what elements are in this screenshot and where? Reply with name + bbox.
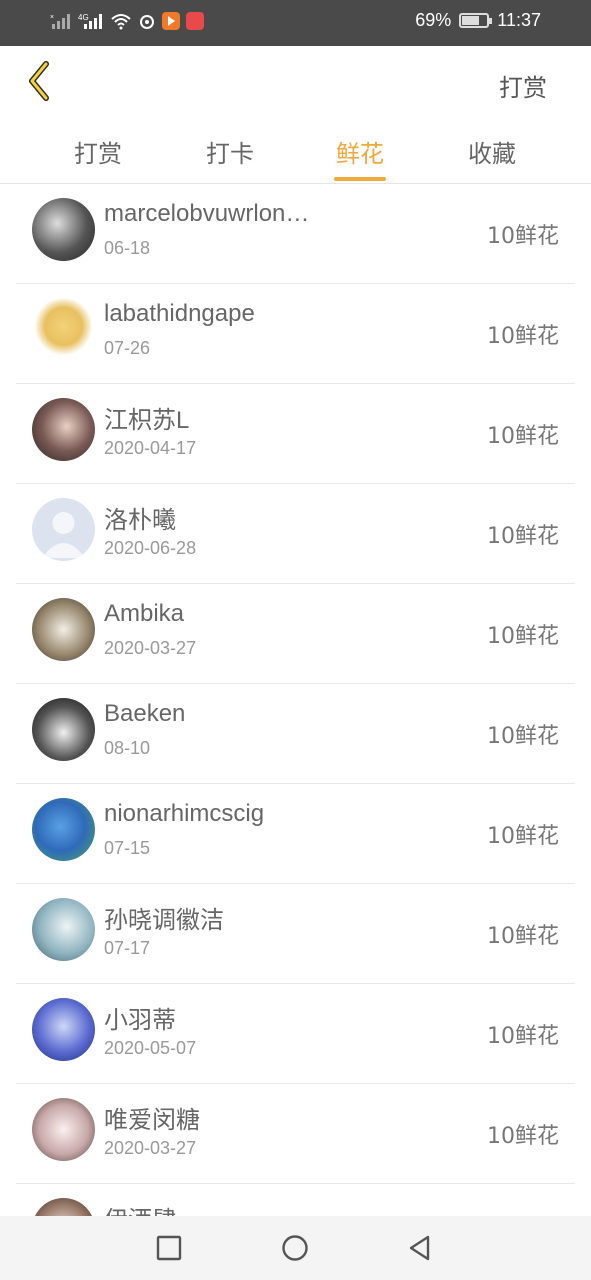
- tab-label: 打卡: [206, 140, 254, 168]
- user-name: 小羽蒂: [104, 1007, 176, 1034]
- flower-amount: 10鲜花: [487, 324, 559, 349]
- user-name: 洛朴曦: [104, 507, 176, 534]
- tab-checkin[interactable]: 打卡: [185, 134, 275, 169]
- flower-giver-list[interactable]: marcelobvuwrlon… 06-18 10鲜花 labathidngap…: [0, 184, 591, 1216]
- flower-amount: 10鲜花: [487, 624, 559, 649]
- avatar[interactable]: [32, 998, 95, 1061]
- signal-icon: ×: [50, 14, 70, 29]
- back-nav-button[interactable]: [406, 1234, 434, 1262]
- avatar[interactable]: [32, 298, 95, 361]
- list-item[interactable]: nionarhimcscig 07-15 10鲜花: [16, 784, 575, 884]
- tab-bar: 打赏 打卡 鲜花 收藏: [0, 120, 591, 184]
- avatar[interactable]: [32, 198, 95, 261]
- recents-button[interactable]: [155, 1234, 183, 1262]
- user-name: 伊洒肆: [104, 1200, 344, 1216]
- signal-4g-icon: 4G: [78, 13, 102, 29]
- app-play-icon: [162, 12, 180, 30]
- active-tab-indicator: [334, 177, 386, 181]
- user-name: 孙晓调徽洁: [104, 907, 224, 934]
- avatar[interactable]: [32, 798, 95, 861]
- user-name: Baeken: [104, 700, 186, 727]
- reward-action-button[interactable]: 打赏: [499, 68, 547, 103]
- list-item[interactable]: marcelobvuwrlon… 06-18 10鲜花: [16, 184, 575, 284]
- gift-date: 2020-05-07: [104, 1038, 197, 1058]
- gift-date: 2020-06-28: [104, 538, 197, 558]
- list-item[interactable]: 唯爱闵糖 2020-03-27 10鲜花: [16, 1084, 575, 1184]
- list-item[interactable]: 洛朴曦 2020-06-28 10鲜花: [16, 484, 575, 584]
- user-name: Ambika: [104, 600, 185, 627]
- tab-flowers[interactable]: 鲜花: [315, 134, 405, 181]
- list-item[interactable]: 孙晓调徽洁 07-17 10鲜花: [16, 884, 575, 984]
- flower-amount: 10鲜花: [487, 924, 559, 949]
- svg-text:×: ×: [50, 14, 54, 21]
- system-nav-bar: [0, 1216, 591, 1280]
- gift-date: 08-10: [104, 738, 151, 758]
- status-icons-right: 69% 11:37: [415, 10, 541, 31]
- list-item[interactable]: Ambika 2020-03-27 10鲜花: [16, 584, 575, 684]
- clock: 11:37: [497, 10, 541, 30]
- user-name: nionarhimcscig: [104, 800, 265, 827]
- sync-icon: [140, 15, 154, 29]
- tab-label: 收藏: [468, 140, 516, 168]
- tab-reward[interactable]: 打赏: [53, 134, 143, 169]
- user-name: 唯爱闵糖: [104, 1107, 200, 1134]
- user-name: 江枳苏L: [104, 407, 190, 434]
- back-button[interactable]: [22, 58, 58, 104]
- list-item[interactable]: 江枳苏L 2020-04-17 10鲜花: [16, 384, 575, 484]
- flower-amount: 10鲜花: [487, 724, 559, 749]
- gift-date: 07-17: [104, 938, 151, 958]
- network-type: 4G: [78, 13, 89, 22]
- gift-date: 2020-04-17: [104, 438, 197, 458]
- list-item[interactable]: 伊洒肆: [16, 1184, 575, 1216]
- gift-date: 2020-03-27: [104, 638, 197, 658]
- flower-amount: 10鲜花: [487, 1124, 559, 1149]
- avatar[interactable]: [32, 498, 95, 561]
- flower-amount: 10鲜花: [487, 224, 559, 249]
- status-icons-left: × 4G: [50, 12, 204, 30]
- flower-amount: 10鲜花: [487, 524, 559, 549]
- tab-favorites[interactable]: 收藏: [447, 134, 537, 169]
- user-name: labathidngape: [104, 300, 255, 327]
- status-bar: × 4G 69% 11:37: [0, 0, 591, 46]
- battery-percent: 69%: [415, 10, 452, 30]
- home-button[interactable]: [281, 1234, 309, 1262]
- avatar[interactable]: [32, 1198, 95, 1216]
- avatar[interactable]: [32, 1098, 95, 1161]
- tab-label: 鲜花: [336, 140, 384, 168]
- list-item[interactable]: labathidngape 07-26 10鲜花: [16, 284, 575, 384]
- list-item[interactable]: 小羽蒂 2020-05-07 10鲜花: [16, 984, 575, 1084]
- gift-date: 07-26: [104, 338, 151, 358]
- flower-amount: 10鲜花: [487, 1024, 559, 1049]
- wifi-icon: [111, 14, 131, 30]
- avatar[interactable]: [32, 598, 95, 661]
- gift-date: 07-15: [104, 838, 151, 858]
- gift-date: 06-18: [104, 238, 151, 258]
- user-name: marcelobvuwrlon…: [104, 200, 310, 227]
- list-item[interactable]: Baeken 08-10 10鲜花: [16, 684, 575, 784]
- app-notification-icon: [186, 12, 204, 30]
- battery-icon: [459, 13, 493, 28]
- default-user-icon: [42, 512, 85, 558]
- app-header: 打赏: [0, 46, 591, 120]
- tab-label: 打赏: [74, 140, 122, 168]
- avatar[interactable]: [32, 398, 95, 461]
- gift-date: 2020-03-27: [104, 1138, 197, 1158]
- avatar[interactable]: [32, 898, 95, 961]
- flower-amount: 10鲜花: [487, 424, 559, 449]
- avatar[interactable]: [32, 698, 95, 761]
- flower-amount: 10鲜花: [487, 824, 559, 849]
